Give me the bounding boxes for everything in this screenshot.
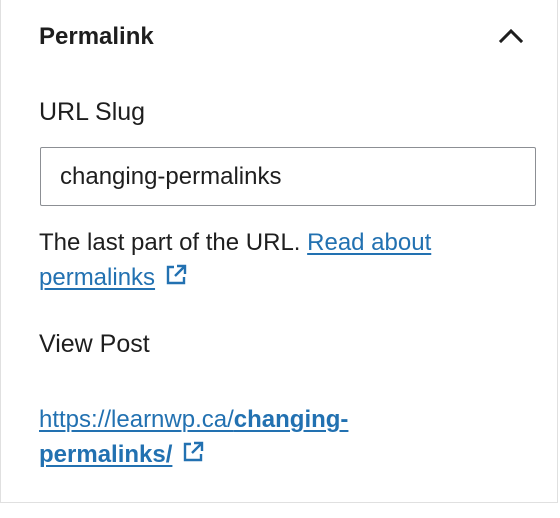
- panel-header-toggle[interactable]: Permalink: [1, 0, 557, 74]
- permalink-panel: Permalink URL Slug The last part of the …: [0, 0, 558, 503]
- link-text-part2: permalinks: [39, 264, 156, 291]
- link-text-part1: Read about: [307, 229, 432, 256]
- url-slug-input[interactable]: [40, 147, 536, 206]
- url-slug-part1: changing-: [233, 406, 349, 433]
- slug-help-text: The last part of the URL. Read about perm…: [39, 225, 539, 295]
- panel-title: Permalink: [39, 23, 154, 50]
- external-link-icon[interactable]: [163, 262, 189, 288]
- help-text-static: The last part of the URL.: [39, 229, 301, 256]
- external-link-icon[interactable]: [180, 439, 206, 465]
- url-slug-label: URL Slug: [39, 98, 146, 126]
- post-url-container: https://learnwp.ca/changing-permalinks/: [39, 402, 539, 472]
- url-prefix: https://learnwp.ca/: [39, 406, 234, 433]
- url-slug-part2: permalinks/: [39, 441, 173, 468]
- chevron-up-icon[interactable]: [495, 22, 527, 50]
- view-post-label: View Post: [39, 330, 150, 358]
